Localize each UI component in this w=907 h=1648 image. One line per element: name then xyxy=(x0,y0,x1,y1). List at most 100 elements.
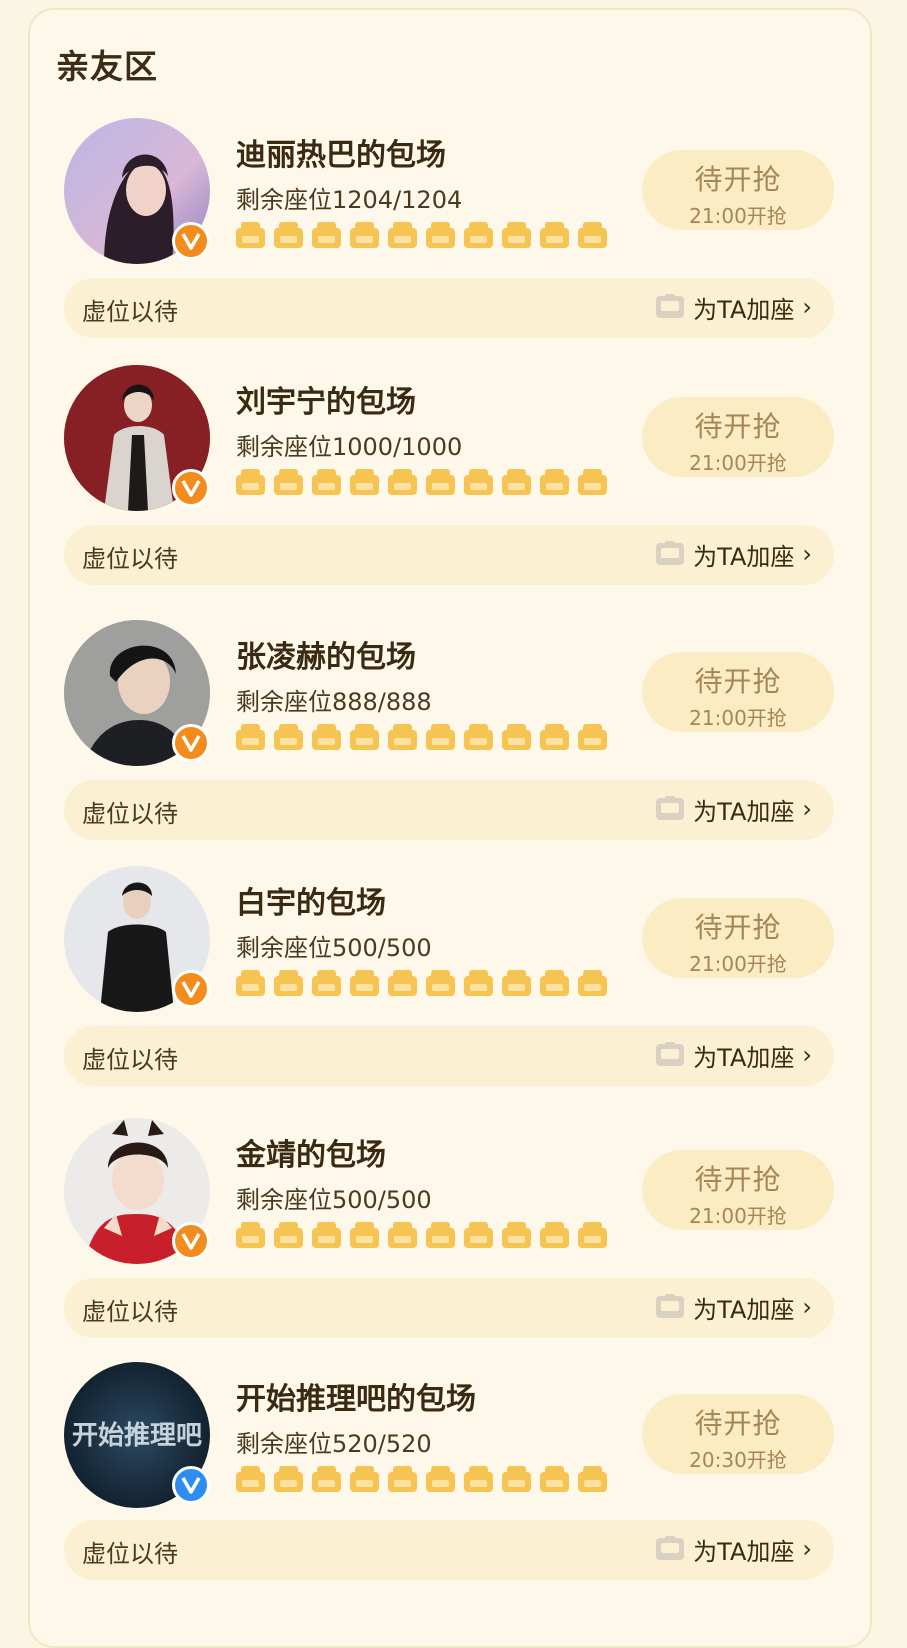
seat-icon xyxy=(274,724,303,750)
seat-icon xyxy=(388,724,417,750)
seat-icon xyxy=(540,1222,569,1248)
seat-row xyxy=(236,1222,607,1252)
grab-button[interactable]: 待开抢 21:00开抢 xyxy=(642,397,834,477)
add-seat-label: 为TA加座 xyxy=(693,1043,795,1072)
grab-status: 待开抢 xyxy=(694,410,782,443)
seat-icon xyxy=(388,1222,417,1248)
chevron-right-icon: › xyxy=(802,293,812,321)
chevron-right-icon: › xyxy=(802,1293,812,1321)
seat-icon xyxy=(236,469,265,495)
grab-time: 21:00开抢 xyxy=(689,451,787,475)
grab-button[interactable]: 待开抢 21:00开抢 xyxy=(642,1150,834,1230)
seat-icon xyxy=(388,469,417,495)
seat-icon xyxy=(426,1222,455,1248)
add-seat-button[interactable]: 为TA加座 › xyxy=(655,1038,812,1072)
sofa-add-icon xyxy=(656,796,685,820)
seat-row xyxy=(236,469,607,499)
sofa-add-icon xyxy=(656,1294,685,1318)
grab-button[interactable]: 待开抢 21:00开抢 xyxy=(642,898,834,978)
booking-title: 迪丽热巴的包场 xyxy=(236,138,446,173)
seat-icon xyxy=(274,970,303,996)
seat-icon xyxy=(578,724,607,750)
grab-status: 待开抢 xyxy=(694,911,782,944)
sofa-add-icon xyxy=(656,1536,685,1560)
verified-v-icon xyxy=(172,970,210,1008)
seat-icon xyxy=(502,1466,531,1492)
list-item: 张凌赫的包场 剩余座位888/888 待开抢 21:00开抢 虚位以待 为TA加… xyxy=(0,620,907,860)
grab-button[interactable]: 待开抢 21:00开抢 xyxy=(642,150,834,230)
seat-icon xyxy=(388,222,417,248)
chevron-right-icon: › xyxy=(802,540,812,568)
seat-icon xyxy=(464,724,493,750)
seat-icon xyxy=(274,1466,303,1492)
seat-row xyxy=(236,222,607,252)
section-title: 亲友区 xyxy=(56,47,158,86)
waiting-bar: 虚位以待 为TA加座 › xyxy=(64,1026,834,1086)
grab-button[interactable]: 待开抢 20:30开抢 xyxy=(642,1394,834,1474)
waiting-text: 虚位以待 xyxy=(82,800,178,828)
list-item: 迪丽热巴的包场 剩余座位1204/1204 待开抢 21:00开抢 虚位以待 为… xyxy=(0,118,907,358)
grab-status: 待开抢 xyxy=(694,163,782,196)
seat-row xyxy=(236,970,607,1000)
seat-icon xyxy=(540,469,569,495)
add-seat-button[interactable]: 为TA加座 › xyxy=(655,792,812,826)
grab-time: 21:00开抢 xyxy=(689,706,787,730)
waiting-text: 虚位以待 xyxy=(82,1540,178,1568)
grab-time: 21:00开抢 xyxy=(689,952,787,976)
list-item: 白宇的包场 剩余座位500/500 待开抢 21:00开抢 虚位以待 为TA加座… xyxy=(0,866,907,1106)
chevron-right-icon: › xyxy=(802,795,812,823)
seat-icon xyxy=(312,469,341,495)
waiting-text: 虚位以待 xyxy=(82,298,178,326)
verified-v-icon xyxy=(172,1222,210,1260)
waiting-bar: 虚位以待 为TA加座 › xyxy=(64,780,834,840)
seat-icon xyxy=(540,1466,569,1492)
verified-v-icon xyxy=(172,1466,210,1504)
seat-icon xyxy=(502,222,531,248)
add-seat-button[interactable]: 为TA加座 › xyxy=(655,1290,812,1324)
seat-icon xyxy=(274,222,303,248)
add-seat-button[interactable]: 为TA加座 › xyxy=(655,537,812,571)
grab-time: 21:00开抢 xyxy=(689,204,787,228)
grab-button[interactable]: 待开抢 21:00开抢 xyxy=(642,652,834,732)
seat-icon xyxy=(312,222,341,248)
seat-icon xyxy=(388,970,417,996)
remaining-seats: 剩余座位888/888 xyxy=(236,688,432,716)
booking-title: 刘宇宁的包场 xyxy=(236,385,416,420)
seat-row xyxy=(236,1466,607,1496)
seat-icon xyxy=(350,724,379,750)
booking-title: 张凌赫的包场 xyxy=(236,640,416,675)
seat-icon xyxy=(464,1222,493,1248)
grab-time: 20:30开抢 xyxy=(689,1448,787,1472)
seat-icon xyxy=(464,970,493,996)
seat-icon xyxy=(350,222,379,248)
seat-icon xyxy=(578,222,607,248)
remaining-seats: 剩余座位500/500 xyxy=(236,934,432,962)
list-item: 金靖的包场 剩余座位500/500 待开抢 21:00开抢 虚位以待 为TA加座… xyxy=(0,1118,907,1358)
grab-time: 21:00开抢 xyxy=(689,1204,787,1228)
add-seat-button[interactable]: 为TA加座 › xyxy=(655,290,812,324)
grab-status: 待开抢 xyxy=(694,1163,782,1196)
seat-icon xyxy=(350,1222,379,1248)
booking-title: 白宇的包场 xyxy=(236,886,386,921)
seat-icon xyxy=(350,1466,379,1492)
list-item: 刘宇宁的包场 剩余座位1000/1000 待开抢 21:00开抢 虚位以待 为T… xyxy=(0,365,907,605)
waiting-bar: 虚位以待 为TA加座 › xyxy=(64,1520,834,1580)
seat-icon xyxy=(236,724,265,750)
sofa-add-icon xyxy=(656,294,685,318)
seat-icon xyxy=(426,1466,455,1492)
add-seat-button[interactable]: 为TA加座 › xyxy=(655,1532,812,1566)
add-seat-label: 为TA加座 xyxy=(693,797,795,826)
seat-icon xyxy=(312,1466,341,1492)
avatar-logo-text: 开始推理吧 xyxy=(72,1421,202,1451)
seat-icon xyxy=(426,222,455,248)
chevron-right-icon: › xyxy=(802,1535,812,1563)
grab-status: 待开抢 xyxy=(694,1407,782,1440)
seat-icon xyxy=(426,469,455,495)
seat-icon xyxy=(502,724,531,750)
seat-icon xyxy=(274,469,303,495)
verified-v-icon xyxy=(172,724,210,762)
add-seat-label: 为TA加座 xyxy=(693,295,795,324)
seat-icon xyxy=(236,1222,265,1248)
seat-icon xyxy=(312,1222,341,1248)
seat-icon xyxy=(350,469,379,495)
